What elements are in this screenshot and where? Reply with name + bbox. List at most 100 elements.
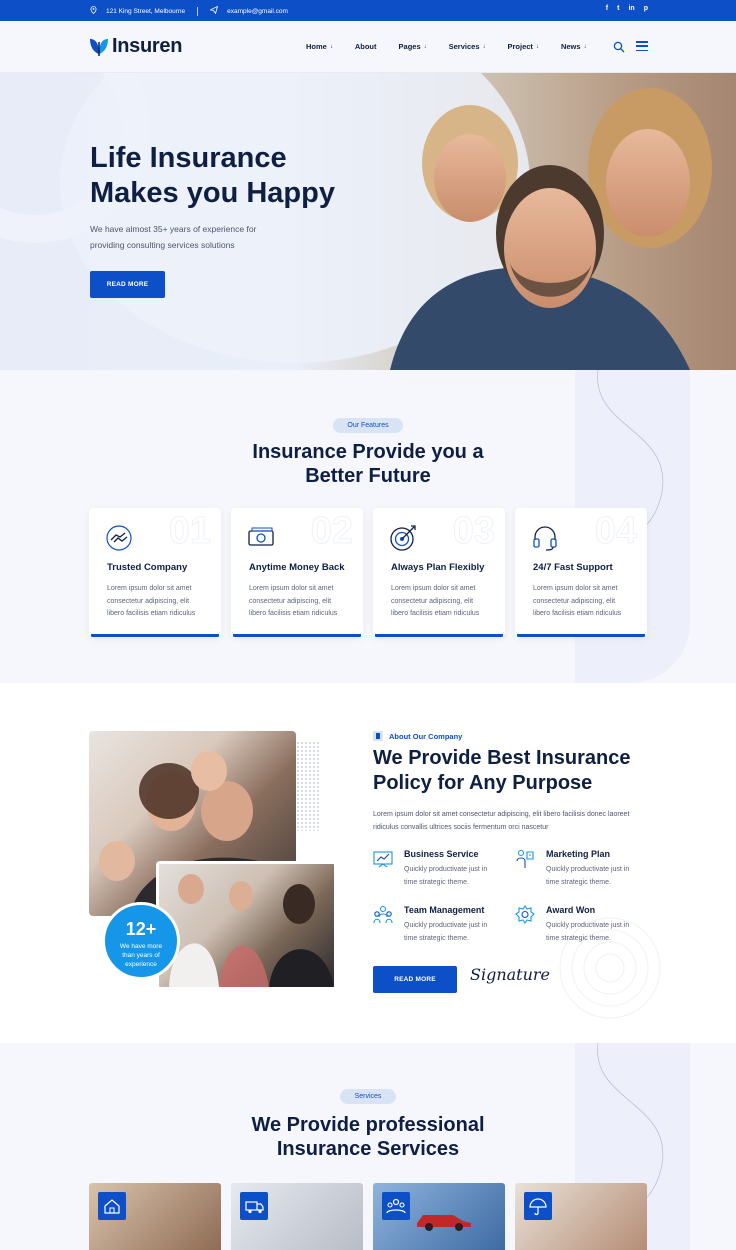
feature-text-line: Quickly productivate just in xyxy=(546,866,630,873)
nav-item-about[interactable]: About xyxy=(355,42,377,51)
nav-item-home[interactable]: Home ↓ xyxy=(306,42,333,51)
nav-item-services[interactable]: Services ↓ xyxy=(449,42,486,51)
title-line: We Provide Best Insurance xyxy=(373,747,631,769)
features-title: Insurance Provide you a Better Future xyxy=(0,440,736,488)
feature-card[interactable]: 03 Always Plan Flexibly Lorem ipsum dolo… xyxy=(373,508,505,637)
about-tag: About Our Company xyxy=(373,731,462,741)
badge-line: We have more xyxy=(119,943,163,950)
feature-text-line: Quickly productivate just in xyxy=(404,866,488,873)
badge-line: experience xyxy=(125,961,157,968)
facebook-icon[interactable]: f xyxy=(606,5,608,12)
nav-item-pages[interactable]: Pages ↓ xyxy=(399,42,427,51)
card-text-line: consectetur adipiscing, elit xyxy=(107,597,190,605)
card-number: 01 xyxy=(168,510,211,553)
badge-line: than years of xyxy=(122,952,160,959)
card-text-line: Lorem ipsum dolor sit amet xyxy=(107,585,192,592)
nav-label: Services xyxy=(448,42,480,51)
card-accent-bar xyxy=(233,634,361,637)
services-title: We Provide professional Insurance Servic… xyxy=(0,1113,736,1161)
logo-leaf-icon xyxy=(89,36,109,58)
pinterest-icon[interactable]: p xyxy=(644,5,648,12)
linkedin-icon[interactable]: in xyxy=(628,5,634,12)
divider xyxy=(197,6,199,16)
feature-text-line: time strategic theme. xyxy=(404,878,469,886)
title-line: Policy for Any Purpose xyxy=(373,771,593,794)
title-line: Insurance Services xyxy=(276,1138,460,1160)
card-text: Lorem ipsum dolor sit amet consectetur a… xyxy=(249,583,349,621)
social-links: f t in p xyxy=(606,5,648,12)
card-text: Lorem ipsum dolor sit amet consectetur a… xyxy=(391,583,491,621)
card-text-line: consectetur adipiscing, elit xyxy=(533,597,616,605)
about-description: Lorem ipsum dolor sit amet consectetur a… xyxy=(373,809,648,834)
about-title: We Provide Best Insurance Policy for Any… xyxy=(373,746,663,795)
feature-title: Award Won xyxy=(546,905,596,915)
feature-text: Quickly productivate just in time strate… xyxy=(404,920,504,945)
card-title: Always Plan Flexibly xyxy=(391,562,485,573)
feature-title: Team Management xyxy=(404,905,485,915)
page: 121 King Street, Melbourne example@gmail… xyxy=(0,0,736,1250)
feature-card[interactable]: 04 24/7 Fast Support Lorem ipsum dolor s… xyxy=(515,508,647,637)
card-text-line: Lorem ipsum dolor sit amet xyxy=(249,585,334,592)
card-number: 03 xyxy=(452,510,495,553)
card-text: Lorem ipsum dolor sit amet consectetur a… xyxy=(107,583,207,621)
feature-card[interactable]: 02 Anytime Money Back Lorem ipsum dolor … xyxy=(231,508,363,637)
umbrella-icon xyxy=(524,1192,552,1220)
feature-text: Quickly productivate just in time strate… xyxy=(546,920,646,945)
hero-read-more-button[interactable]: READ MORE xyxy=(90,271,165,298)
twitter-icon[interactable]: t xyxy=(617,5,619,12)
card-number: 04 xyxy=(594,510,637,553)
logo[interactable]: Insuren xyxy=(89,35,182,58)
title-line: We Provide professional xyxy=(251,1114,485,1136)
feature-text-line: time strategic theme. xyxy=(546,934,611,942)
service-card-health[interactable] xyxy=(231,1183,363,1250)
nav-label: Pages xyxy=(398,42,421,51)
feature-text-line: Quickly productivate just in xyxy=(404,922,488,929)
target-icon xyxy=(389,524,417,552)
service-card-family[interactable] xyxy=(515,1183,647,1250)
card-text-line: libero facilisis etiam ridiculus xyxy=(249,610,338,617)
description-line: ridiculus convallis ultrices sociis ferm… xyxy=(373,823,549,831)
card-accent-bar xyxy=(375,634,503,637)
title-line: Better Future xyxy=(305,465,431,487)
card-text-line: libero facilisis etiam ridiculus xyxy=(107,610,196,617)
feature-text: Quickly productivate just in time strate… xyxy=(546,864,646,889)
menu-icon[interactable] xyxy=(636,41,648,51)
team-icon xyxy=(373,905,393,925)
headset-icon xyxy=(531,524,559,552)
feature-card[interactable]: 01 Trusted Company Lorem ipsum dolor sit… xyxy=(89,508,221,637)
hero-photo xyxy=(360,73,736,370)
card-title: 24/7 Fast Support xyxy=(533,562,613,573)
hero-subtitle-line: providing consulting services solutions xyxy=(90,239,235,250)
feature-text: Quickly productivate just in time strate… xyxy=(404,864,504,889)
nav-menu: Home ↓ About Pages ↓ Services ↓ Project ↓ Ne… xyxy=(306,42,609,51)
presentation-icon xyxy=(373,849,393,869)
card-text-line: libero facilisis etiam ridiculus xyxy=(391,610,480,617)
card-text-line: consectetur adipiscing, elit xyxy=(391,597,474,605)
feature-text-line: time strategic theme. xyxy=(404,934,469,942)
features-section: Our Features Insurance Provide you a Bet… xyxy=(0,370,736,683)
tag-square-icon xyxy=(373,731,383,741)
hero-subtitle-line: We have almost 35+ years of experience f… xyxy=(90,224,257,234)
brand-name: Insuren xyxy=(112,35,183,57)
nav-item-project[interactable]: Project ↓ xyxy=(508,42,539,51)
handshake-icon xyxy=(105,524,133,552)
email-link[interactable]: example@gmail.com xyxy=(227,8,288,15)
group-icon xyxy=(382,1192,410,1220)
chevron-down-icon: ↓ xyxy=(482,43,486,50)
card-title: Anytime Money Back xyxy=(249,562,345,573)
description-line: Lorem ipsum dolor sit amet consectetur a… xyxy=(373,811,630,818)
service-card-car[interactable] xyxy=(373,1183,505,1250)
decor-dots xyxy=(296,741,320,831)
nav-item-news[interactable]: News ↓ xyxy=(561,42,587,51)
about-read-more-button[interactable]: READ MORE xyxy=(373,966,457,993)
card-text-line: Lorem ipsum dolor sit amet xyxy=(391,585,476,592)
nav-label: News xyxy=(560,42,581,51)
home-insurance-icon xyxy=(98,1192,126,1220)
card-text-line: Lorem ipsum dolor sit amet xyxy=(533,585,618,592)
badge-number: 12+ xyxy=(125,919,157,939)
search-icon[interactable] xyxy=(613,40,625,53)
service-card-life[interactable] xyxy=(89,1183,221,1250)
nav-label: Project xyxy=(507,42,533,51)
award-icon xyxy=(515,905,535,925)
card-accent-bar xyxy=(91,634,219,637)
